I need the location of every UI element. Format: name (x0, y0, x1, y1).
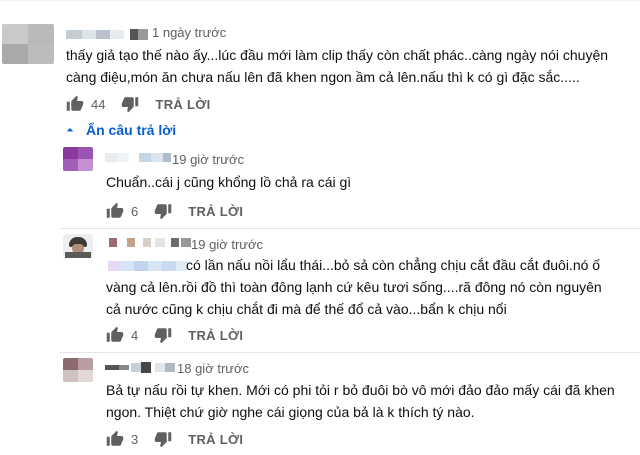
avatar[interactable] (63, 358, 93, 382)
like-icon (106, 430, 124, 446)
reply-text-line: có lần nấu nồi lẩu thái...bỏ sả còn chẳn… (186, 257, 601, 273)
like-count: 44 (91, 96, 106, 112)
author-name[interactable] (66, 28, 148, 40)
divider (60, 352, 640, 353)
dislike-button[interactable] (121, 95, 139, 113)
reply-time[interactable]: 19 giờ trước (191, 237, 263, 252)
comment-text-line: thấy giả tạo thế nào ấy...lúc đầu mới là… (66, 47, 609, 63)
reply-text-line: Chuẩn..cái j cũng khổng lồ chả ra cái gì (106, 174, 352, 190)
reply-button[interactable]: TRẢ LỜI (188, 432, 243, 447)
comment-text: thấy giả tạo thế nào ấy...lúc đầu mới là… (66, 44, 636, 88)
top-edge (0, 0, 640, 1)
reply-button[interactable]: TRẢ LỜI (155, 97, 210, 112)
reply-text: Bả tự nấu rồi tự khen. Mới có phi tỏi r … (106, 379, 636, 423)
avatar[interactable] (2, 24, 54, 64)
reply-text: Chuẩn..cái j cũng khổng lồ chả ra cái gì (106, 171, 626, 193)
comment-text-line: càng điệu,món ăn chưa nấu lên đã khen ng… (66, 69, 580, 85)
reply-text-line: cả nước cũng k chịu chắt đi mà để thế đổ… (106, 301, 507, 317)
avatar[interactable] (63, 234, 93, 258)
comment-time[interactable]: 1 ngày trước (152, 25, 226, 40)
like-icon (106, 202, 124, 218)
like-count: 6 (131, 203, 139, 219)
chevron-up-icon (66, 128, 74, 132)
author-name[interactable] (105, 151, 171, 163)
like-icon (66, 95, 84, 111)
dislike-icon (154, 328, 172, 344)
reply-text-line: ngon. Thiệt chứ giờ nghe cái giọng của b… (106, 404, 475, 420)
reply-text: có lần nấu nồi lẩu thái...bỏ sả còn chẳn… (106, 254, 636, 320)
dislike-button[interactable] (154, 430, 172, 448)
author-name[interactable] (105, 236, 191, 248)
like-button[interactable] (106, 202, 124, 220)
like-count: 3 (131, 431, 139, 447)
reply-actions: 6 TRẢ LỜI (106, 202, 243, 220)
dislike-button[interactable] (154, 326, 172, 344)
dislike-button[interactable] (154, 202, 172, 220)
like-button[interactable] (106, 326, 124, 344)
like-count: 4 (131, 327, 139, 343)
like-button[interactable] (66, 95, 84, 113)
hide-replies-button[interactable]: Ẩn câu trả lời (62, 122, 176, 138)
comment-actions: 44 TRẢ LỜI (66, 95, 211, 113)
dislike-icon (154, 432, 172, 448)
like-icon (106, 326, 124, 342)
reply-time[interactable]: 18 giờ trước (177, 361, 249, 376)
divider (60, 228, 640, 229)
reply-actions: 3 TRẢ LỜI (106, 430, 243, 448)
like-button[interactable] (106, 430, 124, 448)
dislike-icon (122, 97, 139, 113)
dislike-icon (154, 204, 172, 220)
author-name[interactable] (105, 361, 175, 373)
hide-replies-label: Ẩn câu trả lời (86, 122, 177, 138)
reply-time[interactable]: 19 giờ trước (172, 152, 244, 167)
reply-text-line: Bả tự nấu rồi tự khen. Mới có phi tỏi r … (106, 382, 615, 398)
avatar[interactable] (63, 147, 93, 171)
reply-button[interactable]: TRẢ LỜI (188, 204, 243, 219)
reply-text-line: vàng cả lên.rồi đồ thì toàn đông lạnh cứ… (106, 279, 602, 295)
reply-button[interactable]: TRẢ LỜI (188, 328, 243, 343)
reply-actions: 4 TRẢ LỜI (106, 326, 243, 344)
